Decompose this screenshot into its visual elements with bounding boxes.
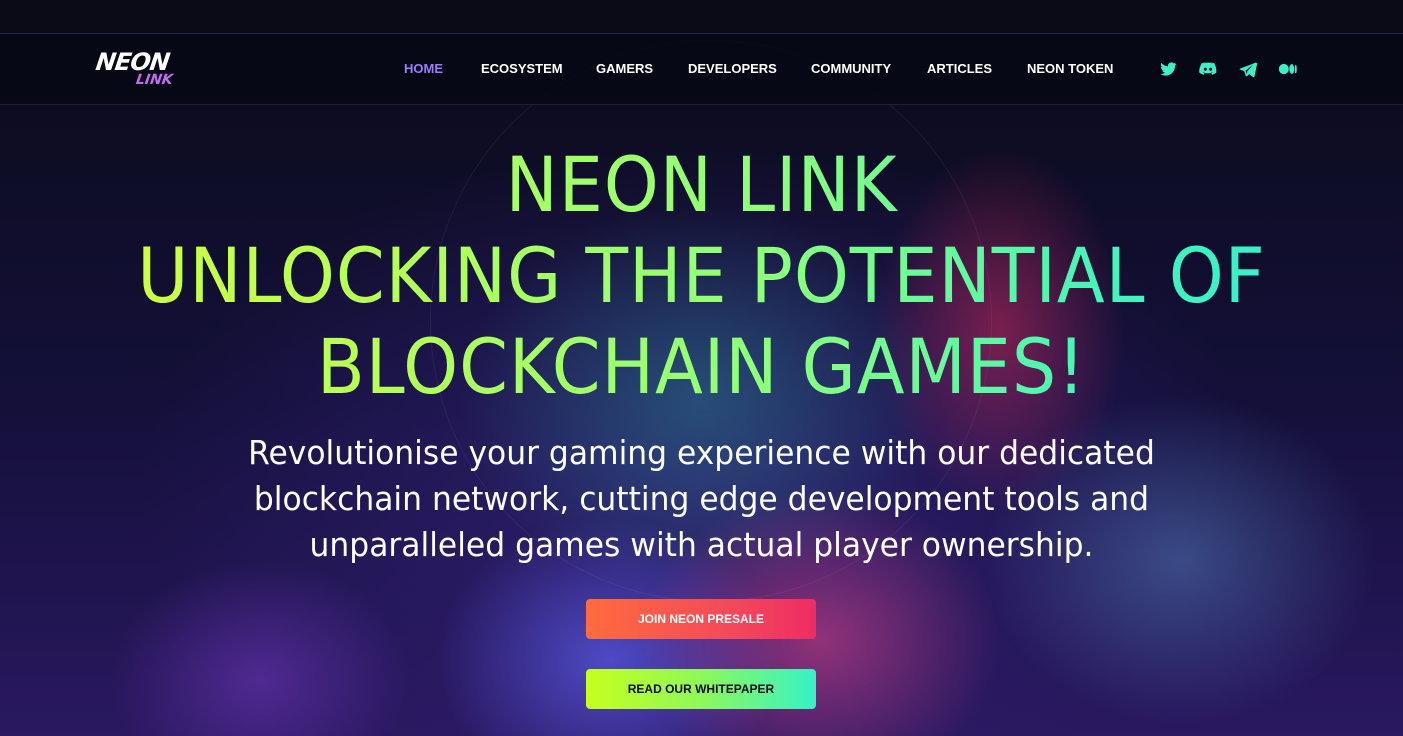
- nav-developers[interactable]: DEVELOPERS: [688, 61, 777, 76]
- logo-text-bottom: LINK: [134, 72, 174, 88]
- nav-gamers[interactable]: GAMERS: [596, 61, 653, 76]
- page: NEON LINK HOME ECOSYSTEM GAMERS DEVELOPE…: [0, 0, 1403, 736]
- twitter-icon[interactable]: [1158, 59, 1178, 79]
- join-presale-button[interactable]: JOIN NEON PRESALE: [586, 599, 816, 639]
- read-whitepaper-button[interactable]: READ OUR WHITEPAPER: [586, 669, 816, 709]
- hero-subtitle-line-3: unparalleled games with actual player ow…: [309, 525, 1094, 564]
- nav-ecosystem[interactable]: ECOSYSTEM: [481, 61, 563, 76]
- hero-subtitle-line-1: Revolutionise your gaming experience wit…: [248, 433, 1155, 472]
- nav-community[interactable]: COMMUNITY: [811, 61, 891, 76]
- telegram-icon[interactable]: [1238, 59, 1258, 79]
- discord-icon[interactable]: [1198, 59, 1218, 79]
- medium-icon[interactable]: [1278, 59, 1298, 79]
- hero-subtitle-line-2: blockchain network, cutting edge develop…: [253, 479, 1150, 518]
- neon-link-logo[interactable]: NEON LINK: [94, 48, 189, 90]
- hero-title-line-1: NEON LINK: [56, 140, 1347, 230]
- hero-title-line-3: BLOCKCHAIN GAMES!: [56, 322, 1347, 412]
- top-strip: [0, 0, 1403, 34]
- nav-home[interactable]: HOME: [404, 61, 443, 76]
- nav-neon-token[interactable]: NEON TOKEN: [1027, 61, 1113, 76]
- hero-title-line-2: UNLOCKING THE POTENTIAL OF: [56, 231, 1347, 321]
- navbar: NEON LINK HOME ECOSYSTEM GAMERS DEVELOPE…: [0, 34, 1403, 105]
- nav-articles[interactable]: ARTICLES: [927, 61, 992, 76]
